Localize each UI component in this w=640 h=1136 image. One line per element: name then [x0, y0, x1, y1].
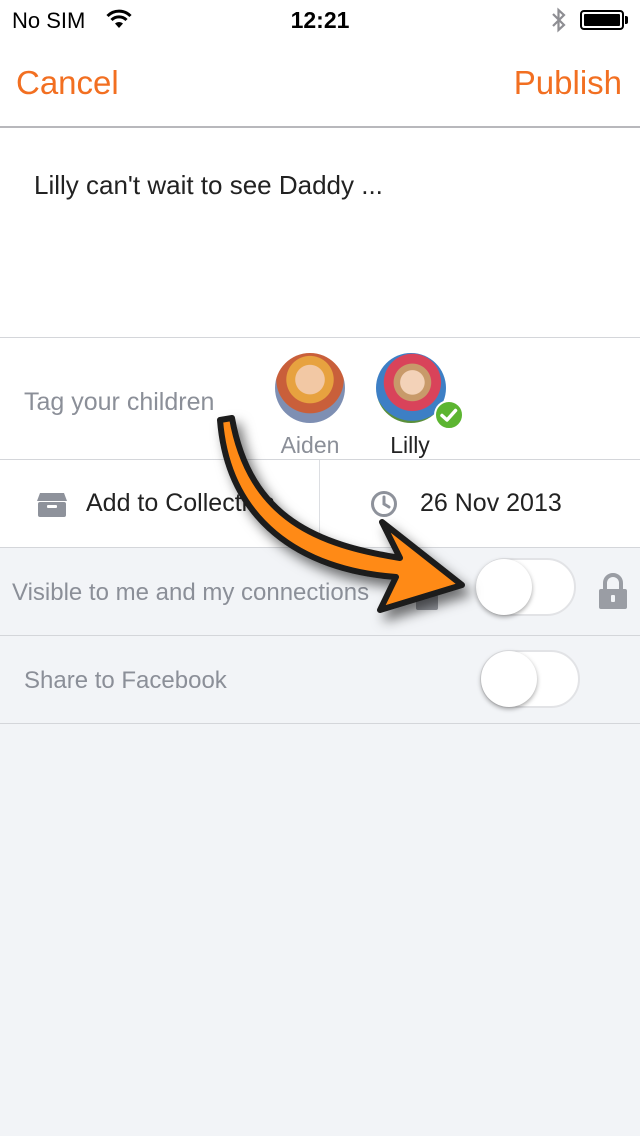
lock-icon-left	[412, 582, 442, 610]
date-label: 26 Nov 2013	[420, 489, 562, 517]
clock-time: 12:21	[290, 7, 350, 33]
tag-children-label: Tag your children	[24, 388, 215, 416]
lock-icon	[597, 572, 629, 610]
nav-bar: Cancel Publish	[0, 40, 640, 128]
clock-icon	[371, 491, 397, 517]
child-name-lilly: Lilly	[390, 432, 430, 458]
status-bar: No SIM 12:21	[0, 0, 640, 40]
bluetooth-icon	[552, 7, 566, 33]
facebook-toggle-knob	[481, 651, 537, 707]
visibility-toggle-knob	[476, 559, 532, 615]
share-facebook-label: Share to Facebook	[24, 667, 227, 694]
facebook-toggle[interactable]	[480, 650, 580, 708]
add-to-collection-button[interactable]: Add to Collection	[0, 460, 319, 548]
visibility-toggle[interactable]	[476, 558, 576, 616]
battery-icon	[580, 10, 628, 30]
date-picker-button[interactable]: 26 Nov 2013	[320, 460, 640, 548]
box-icon	[37, 493, 67, 517]
post-text-area[interactable]: Lilly can't wait to see Daddy ...	[0, 128, 640, 338]
check-icon	[434, 400, 464, 430]
collection-date-row: Add to Collection 26 Nov 2013	[0, 460, 640, 548]
child-tag-aiden[interactable]: Aiden	[255, 346, 365, 458]
visibility-row: Visible to me and my connections	[0, 548, 640, 636]
child-name-aiden: Aiden	[280, 432, 340, 458]
cancel-button[interactable]: Cancel	[16, 64, 119, 102]
visibility-label: Visible to me and my connections	[12, 579, 370, 606]
tag-children-row: Tag your children Aiden Lilly	[0, 338, 640, 460]
post-text[interactable]: Lilly can't wait to see Daddy ...	[34, 170, 383, 201]
facebook-share-row: Share to Facebook	[0, 636, 640, 724]
child-tag-lilly[interactable]: Lilly	[355, 346, 465, 458]
avatar-aiden	[275, 353, 345, 423]
publish-button[interactable]: Publish	[514, 64, 622, 102]
add-to-collection-label: Add to Collection	[86, 489, 276, 517]
